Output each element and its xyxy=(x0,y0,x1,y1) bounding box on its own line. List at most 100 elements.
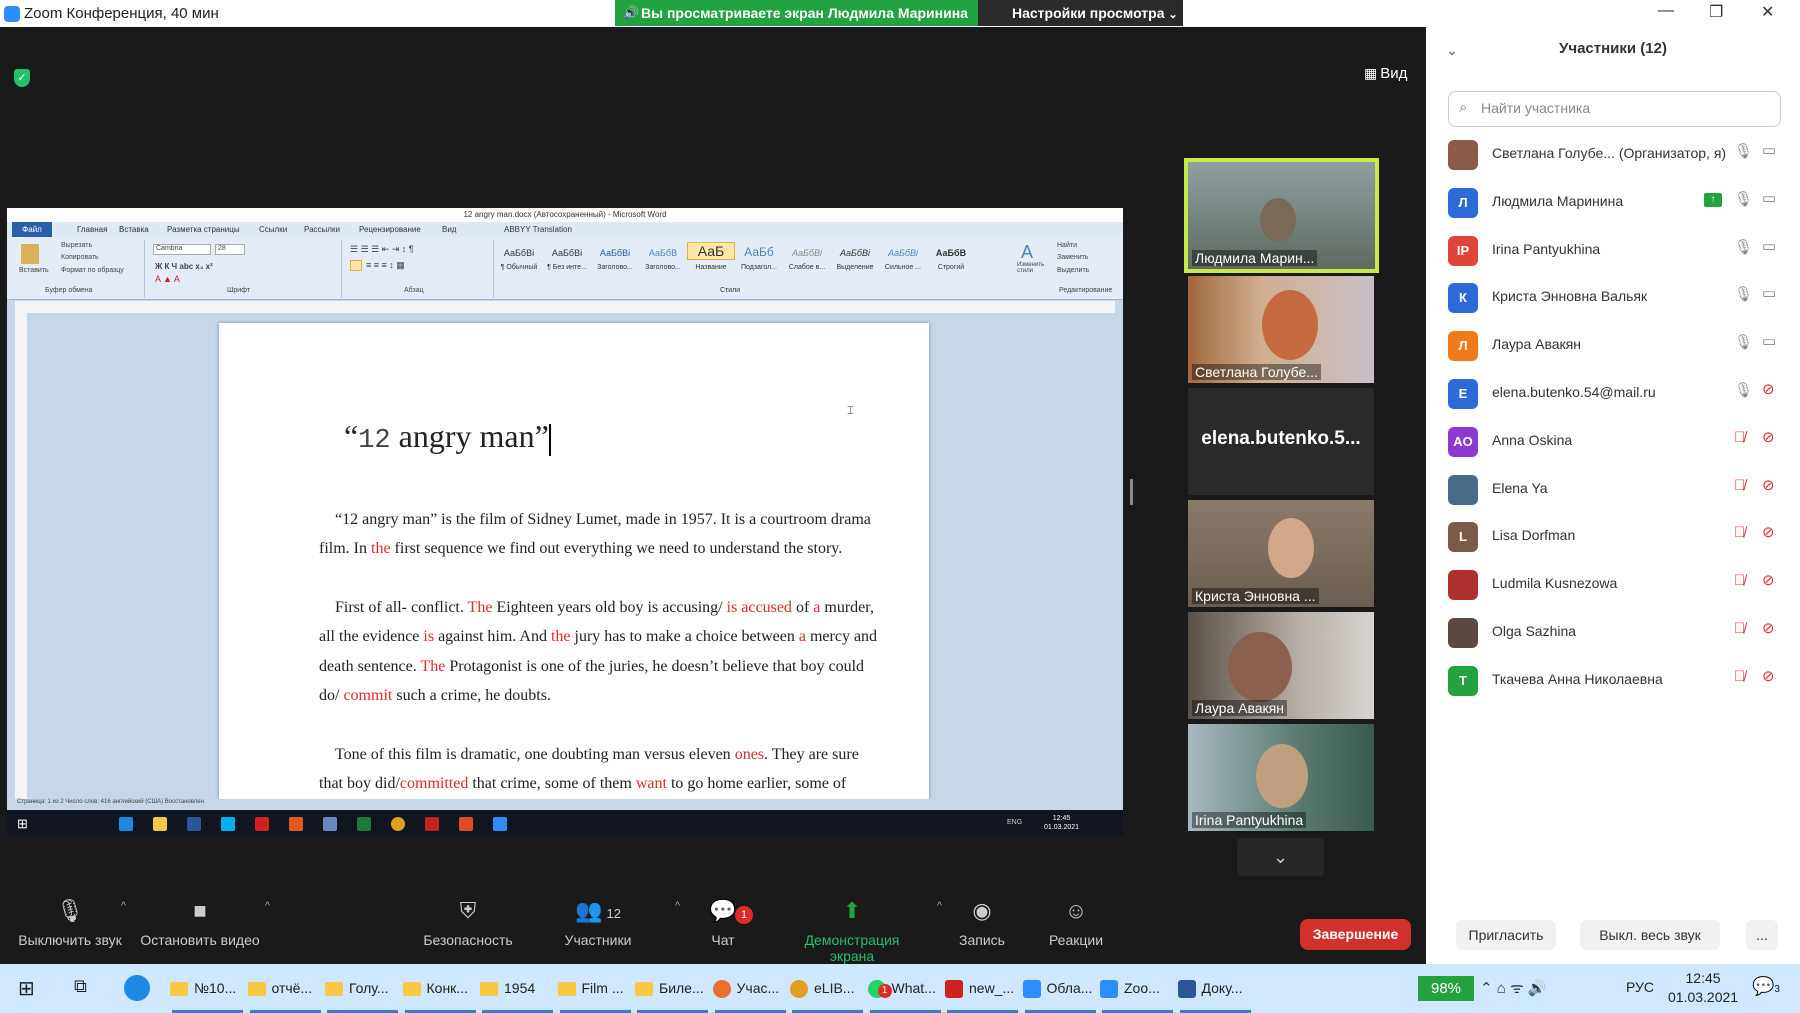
chat-label: Чат xyxy=(711,932,735,948)
mute-button[interactable]: 🎙 Выключить звук ^ xyxy=(0,890,140,948)
camera-off-icon[interactable]: ⊘ xyxy=(1762,476,1775,494)
invite-button[interactable]: Пригласить xyxy=(1456,920,1556,950)
microphone-icon[interactable]: 🎙 xyxy=(1734,285,1753,303)
close-button[interactable]: ✕ xyxy=(1761,2,1774,22)
view-button[interactable]: ▦ Вид xyxy=(1364,65,1407,82)
taskbar-item[interactable]: Zoo... xyxy=(1100,964,1175,1013)
camera-off-icon[interactable]: ⊘ xyxy=(1762,667,1775,685)
participant-row[interactable]: L Lisa Dorfman 🎙̸ ⊘ xyxy=(1426,512,1800,560)
tray-icons[interactable]: ⌃ ⌂ ᯤ 🔊 xyxy=(1480,978,1547,998)
microphone-icon[interactable]: 🎙 xyxy=(1734,238,1753,256)
participant-name: Elena Ya xyxy=(1492,479,1548,496)
text-run: Tone of this film is dramatic, one doubt… xyxy=(335,746,735,763)
taskbar-item[interactable]: отчё... xyxy=(247,964,323,1013)
participant-row[interactable]: AO Anna Oskina 🎙̸ ⊘ xyxy=(1426,417,1800,465)
restore-button[interactable]: ❐ xyxy=(1709,2,1723,22)
text-run: that crime, some of them xyxy=(468,775,636,793)
microphone-muted-icon[interactable]: 🎙̸ xyxy=(1734,572,1745,589)
microphone-muted-icon[interactable]: 🎙̸ xyxy=(1734,668,1745,685)
participant-row[interactable]: Olga Sazhina 🎙̸ ⊘ xyxy=(1426,608,1800,656)
taskbar-item[interactable]: Обла... xyxy=(1022,964,1098,1013)
participant-row[interactable]: Светлана Голубе... (Организатор, я) 🎙 ▭ xyxy=(1426,130,1800,178)
participant-row[interactable]: Ludmila Kusnezowa 🎙̸ ⊘ xyxy=(1426,560,1800,608)
microphone-icon[interactable]: 🎙 xyxy=(1734,190,1753,208)
camera-icon[interactable]: ▭ xyxy=(1762,332,1776,350)
taskbar-item[interactable]: eLIB... xyxy=(790,964,865,1013)
notifications-icon[interactable]: 💬3 xyxy=(1752,976,1780,997)
taskbar-item[interactable]: What... 1 xyxy=(867,964,943,1013)
camera-off-icon[interactable]: ⊘ xyxy=(1762,619,1775,637)
participant-row[interactable]: К Криста Энновна Вальяк 🎙 ▭ xyxy=(1426,273,1800,321)
security-shield-icon[interactable]: ✓ xyxy=(14,69,30,87)
edge-icon[interactable] xyxy=(124,975,150,1001)
stop-video-button[interactable]: ■ Остановить видео ^ xyxy=(130,890,270,948)
taskbar-item[interactable]: Film ... xyxy=(557,964,633,1013)
video-tile[interactable]: elena.butenko.5... xyxy=(1188,388,1374,495)
participant-search-input[interactable]: ⌕ Найти участника xyxy=(1448,91,1781,127)
participant-row[interactable]: IP Irina Pantyukhina 🎙 ▭ xyxy=(1426,226,1800,274)
tile-name: Криста Энновна ... xyxy=(1192,588,1319,604)
microphone-muted-icon[interactable]: 🎙̸ xyxy=(1734,524,1745,541)
microphone-icon[interactable]: 🎙 xyxy=(1734,381,1753,399)
more-button[interactable]: ... xyxy=(1746,920,1778,950)
taskbar-item[interactable]: Доку... xyxy=(1177,964,1253,1013)
microphone-icon[interactable]: 🎙 xyxy=(1734,142,1753,160)
chevron-up-icon[interactable]: ^ xyxy=(265,900,270,912)
video-tile[interactable]: Лаура Авакян xyxy=(1188,612,1374,719)
taskbar-item[interactable]: Биле... xyxy=(635,964,710,1013)
chevron-up-icon[interactable]: ^ xyxy=(121,900,126,912)
mute-label: Выключить звук xyxy=(18,932,122,948)
microphone-muted-icon[interactable]: 🎙̸ xyxy=(1734,477,1745,494)
camera-icon[interactable]: ▭ xyxy=(1762,284,1776,302)
camera-off-icon[interactable]: ⊘ xyxy=(1762,523,1775,541)
avatar: К xyxy=(1448,283,1478,314)
participant-row[interactable]: Л Лаура Авакян 🎙 ▭ xyxy=(1426,321,1800,369)
share-screen-button[interactable]: ⬆ Демонстрация экрана ^ xyxy=(782,890,942,964)
inner-lang: ENG xyxy=(1007,819,1023,826)
microphone-muted-icon[interactable]: 🎙̸ xyxy=(1734,429,1745,446)
participant-row[interactable]: Т Ткачева Анна Николаевна 🎙̸ ⊘ xyxy=(1426,656,1800,704)
participant-row[interactable]: Eelena.butenko.54@mail.ru 🎙 ⊘ xyxy=(1426,369,1800,417)
video-tile[interactable]: Irina Pantyukhina xyxy=(1188,724,1374,831)
taskbar-item[interactable]: Голу... xyxy=(325,964,400,1013)
camera-off-icon[interactable]: ⊘ xyxy=(1762,428,1775,446)
video-tile[interactable]: Людмила Марин... xyxy=(1184,158,1379,273)
app-icon-2 xyxy=(289,817,303,831)
keyboard-language[interactable]: РУС xyxy=(1626,979,1654,995)
mute-all-button[interactable]: Выкл. весь звук xyxy=(1580,920,1720,950)
tile-name: Светлана Голубе... xyxy=(1192,364,1321,380)
document-page[interactable]: ⌶ “12 angry man” “12 angry man” is the f… xyxy=(219,323,929,837)
security-button[interactable]: ⛨ Безопасность xyxy=(398,890,538,948)
taskbar-item[interactable]: №10... xyxy=(170,964,245,1013)
taskbar-item[interactable]: Учас... xyxy=(712,964,788,1013)
taskbar-item[interactable]: 1954 xyxy=(480,964,555,1013)
camera-icon[interactable]: ▭ xyxy=(1762,189,1776,207)
minimize-button[interactable]: — xyxy=(1658,2,1674,20)
gallery-scroll-down-button[interactable]: ⌄ xyxy=(1237,838,1324,876)
end-meeting-button[interactable]: Завершение xyxy=(1300,919,1411,950)
windows-start-icon[interactable]: ⊞ xyxy=(18,976,35,1001)
paste-label: Вставить xyxy=(19,267,49,274)
camera-off-icon[interactable]: ⊘ xyxy=(1762,380,1775,398)
participant-row[interactable]: Л Людмила Маринина ↑ 🎙 ▭ xyxy=(1426,178,1800,226)
split-handle[interactable] xyxy=(1130,479,1133,505)
system-clock[interactable]: 12:45 01.03.2021 xyxy=(1668,969,1738,1007)
taskbar-item[interactable]: Конк... xyxy=(402,964,478,1013)
participants-button[interactable]: 👥 12 Участники ^ xyxy=(528,890,680,948)
participant-row[interactable]: Elena Ya 🎙̸ ⊘ xyxy=(1426,465,1800,513)
camera-off-icon[interactable]: ⊘ xyxy=(1762,571,1775,589)
microphone-muted-icon[interactable]: 🎙̸ xyxy=(1734,620,1745,637)
camera-icon[interactable]: ▭ xyxy=(1762,141,1776,159)
camera-icon[interactable]: ▭ xyxy=(1762,237,1776,255)
task-view-icon[interactable]: ⧉ xyxy=(74,976,87,997)
chat-button[interactable]: 💬 1 Чат xyxy=(653,890,793,948)
video-tile[interactable]: Светлана Голубе... xyxy=(1188,276,1374,383)
video-tile[interactable]: Криста Энновна ... xyxy=(1188,500,1374,607)
view-options-dropdown[interactable]: Настройки просмотра ⌄ xyxy=(978,0,1183,26)
taskbar-item-label: Zoo... xyxy=(1124,980,1160,996)
microphone-icon[interactable]: 🎙 xyxy=(1734,333,1753,351)
reactions-button[interactable]: ☺ Реакции xyxy=(1006,890,1146,948)
taskbar-item[interactable]: new_... xyxy=(945,964,1020,1013)
screen-share-banner: 🔊 Вы просматриваете экран Людмила Марини… xyxy=(615,0,978,26)
start-icon: ⊞ xyxy=(17,816,28,831)
